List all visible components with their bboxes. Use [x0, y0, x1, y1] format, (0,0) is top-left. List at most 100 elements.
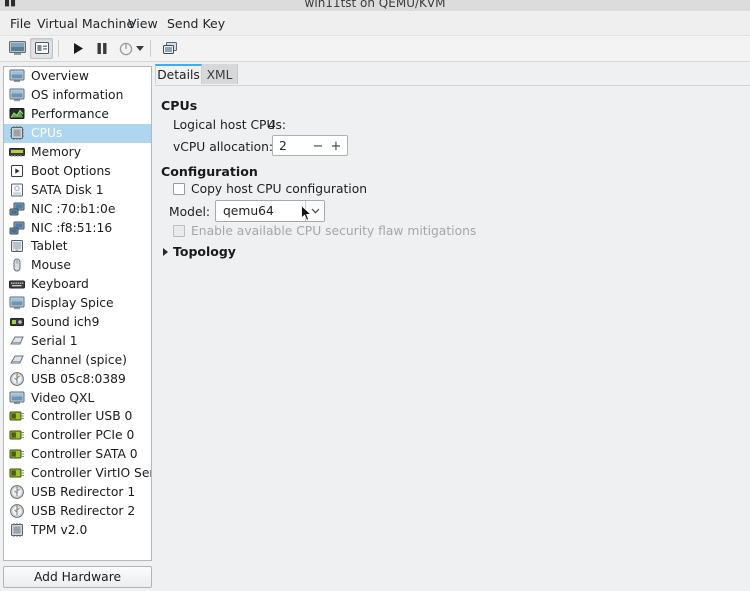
copy-host-cpu-checkbox[interactable]	[173, 183, 185, 195]
configuration-section-title: Configuration	[161, 164, 258, 179]
sidebar-item-keyboard[interactable]: Keyboard	[4, 275, 151, 294]
vcpu-decrement-button[interactable]: −	[311, 138, 325, 154]
logical-host-cpus-value: 4	[268, 118, 276, 132]
menu-view[interactable]: View	[124, 15, 162, 32]
sidebar-item-sata-disk-1[interactable]: SATA Disk 1	[4, 180, 151, 199]
sidebar-item-performance[interactable]: Performance	[4, 105, 151, 124]
sidebar-item-channel-spice[interactable]: Channel (spice)	[4, 350, 151, 369]
network-icon	[9, 201, 25, 217]
power-icon	[119, 42, 132, 55]
menu-bar: File Virtual Machine View Send Key	[0, 11, 750, 36]
cpu-mitigations-label: Enable available CPU security flaw mitig…	[191, 224, 477, 238]
cpu-model-combobox[interactable]: qemu64	[215, 200, 325, 222]
menu-send-key[interactable]: Send Key	[163, 15, 229, 32]
details-icon	[34, 42, 49, 54]
tab-strip: Details XML	[155, 64, 750, 86]
copy-host-cpu-checkbox-row[interactable]: Copy host CPU configuration	[173, 182, 367, 196]
show-console-button[interactable]	[6, 38, 29, 59]
sidebar-item-os-information[interactable]: OS information	[4, 86, 151, 105]
sidebar-item-overview[interactable]: Overview	[4, 67, 151, 86]
sidebar-item-label: NIC :f8:51:16	[31, 220, 113, 235]
snapshots-button[interactable]	[158, 38, 181, 59]
controller-icon	[9, 465, 25, 481]
controller-icon	[9, 446, 25, 462]
topology-expander[interactable]: Topology	[163, 244, 236, 259]
model-label: Model:	[169, 205, 211, 219]
sidebar-item-cpus[interactable]: CPUs	[4, 123, 151, 143]
sidebar-item-label: USB 05c8:0389	[31, 371, 126, 386]
sidebar-item-label: Sound ich9	[31, 315, 100, 330]
sidebar-item-label: Boot Options	[31, 163, 111, 178]
monitor-icon	[9, 41, 26, 55]
toolbar-separator	[58, 40, 59, 57]
sidebar-item-usb-redirector-1[interactable]: USB Redirector 1	[4, 483, 151, 502]
sidebar-item-tablet[interactable]: Tablet	[4, 237, 151, 256]
video-icon	[9, 390, 25, 406]
sidebar-item-label: USB Redirector 1	[31, 485, 136, 500]
sidebar-item-label: Controller PCIe 0	[31, 428, 135, 443]
keyboard-icon	[9, 276, 25, 292]
shutdown-menu-caret[interactable]	[136, 46, 144, 51]
topology-label: Topology	[173, 244, 236, 259]
sidebar-item-serial-1[interactable]: Serial 1	[4, 331, 151, 350]
sidebar-item-controller-usb-0[interactable]: Controller USB 0	[4, 407, 151, 426]
sidebar-item-nic-70-b1-0e[interactable]: NIC :70:b1:0e	[4, 199, 151, 218]
cpu-icon	[9, 125, 25, 141]
usb-icon	[9, 371, 25, 387]
sidebar-item-boot-options[interactable]: Boot Options	[4, 161, 151, 180]
sidebar-item-mouse[interactable]: Mouse	[4, 256, 151, 275]
sidebar-item-controller-virtio-serial-0[interactable]: Controller VirtIO Serial 0	[4, 464, 151, 483]
vcpu-allocation-stepper[interactable]: 2 − +	[272, 135, 348, 156]
os-information-icon	[9, 87, 25, 103]
menu-file[interactable]: File	[6, 15, 35, 32]
sidebar-item-label: Controller USB 0	[31, 409, 133, 424]
snapshot-icon	[162, 42, 177, 54]
sidebar-item-video-qxl[interactable]: Video QXL	[4, 388, 151, 407]
shutdown-button[interactable]	[114, 38, 137, 59]
sidebar-item-memory[interactable]: Memory	[4, 143, 151, 162]
network-icon	[9, 220, 25, 236]
vcpu-increment-button[interactable]: +	[329, 138, 343, 154]
sidebar-item-usb-05c8-0389[interactable]: USB 05c8:0389	[4, 369, 151, 388]
virt-manager-window: ▮▮ win11tst on QEMU/KVM File Virtual Mac…	[0, 0, 750, 591]
sidebar-item-label: Serial 1	[31, 333, 78, 348]
title-bar: ▮▮ win11tst on QEMU/KVM	[0, 0, 750, 11]
sound-icon	[9, 314, 25, 330]
toolbar	[0, 36, 750, 62]
sidebar-item-nic-f8-51-16[interactable]: NIC :f8:51:16	[4, 218, 151, 237]
sidebar-item-display-spice[interactable]: Display Spice	[4, 294, 151, 313]
play-icon	[73, 43, 83, 54]
sidebar-item-tpm-v2[interactable]: TPM v2.0	[4, 520, 151, 539]
run-button[interactable]	[66, 38, 89, 59]
add-hardware-button[interactable]: Add Hardware	[3, 566, 152, 588]
pause-button[interactable]	[90, 38, 113, 59]
sidebar-item-usb-redirector-2[interactable]: USB Redirector 2	[4, 501, 151, 520]
sidebar-item-label: Performance	[31, 107, 109, 122]
add-hardware-label: Add Hardware	[33, 570, 122, 584]
hardware-list[interactable]: Overview OS information Performance CPUs…	[3, 66, 152, 561]
tab-details[interactable]: Details	[155, 64, 202, 84]
pause-icon	[97, 43, 106, 54]
sidebar-item-label: Mouse	[31, 258, 71, 273]
vcpu-allocation-value[interactable]: 2	[279, 139, 287, 153]
controller-icon	[9, 427, 25, 443]
tab-xml[interactable]: XML	[202, 64, 238, 84]
sidebar-item-label: Video QXL	[31, 390, 95, 405]
sidebar-item-sound-ich9[interactable]: Sound ich9	[4, 313, 151, 332]
sidebar-item-controller-sata-0[interactable]: Controller SATA 0	[4, 445, 151, 464]
tpm-icon	[9, 522, 25, 538]
toolbar-separator-2	[150, 40, 151, 57]
sidebar-item-label: Channel (spice)	[31, 352, 127, 367]
show-details-button[interactable]	[30, 38, 53, 59]
cpu-mitigations-checkbox	[173, 225, 185, 237]
sidebar-item-label: USB Redirector 2	[31, 503, 136, 518]
menu-virtual-machine[interactable]: Virtual Machine	[33, 15, 138, 32]
sidebar-item-controller-pcie-0[interactable]: Controller PCIe 0	[4, 426, 151, 445]
usb-icon	[9, 503, 25, 519]
sidebar-item-label: CPUs	[31, 126, 63, 141]
chevron-down-icon[interactable]	[305, 201, 324, 221]
sidebar-item-label: SATA Disk 1	[31, 182, 104, 197]
sidebar-item-label: Tablet	[31, 239, 68, 254]
boot-options-icon	[9, 163, 25, 179]
disk-icon	[9, 182, 25, 198]
